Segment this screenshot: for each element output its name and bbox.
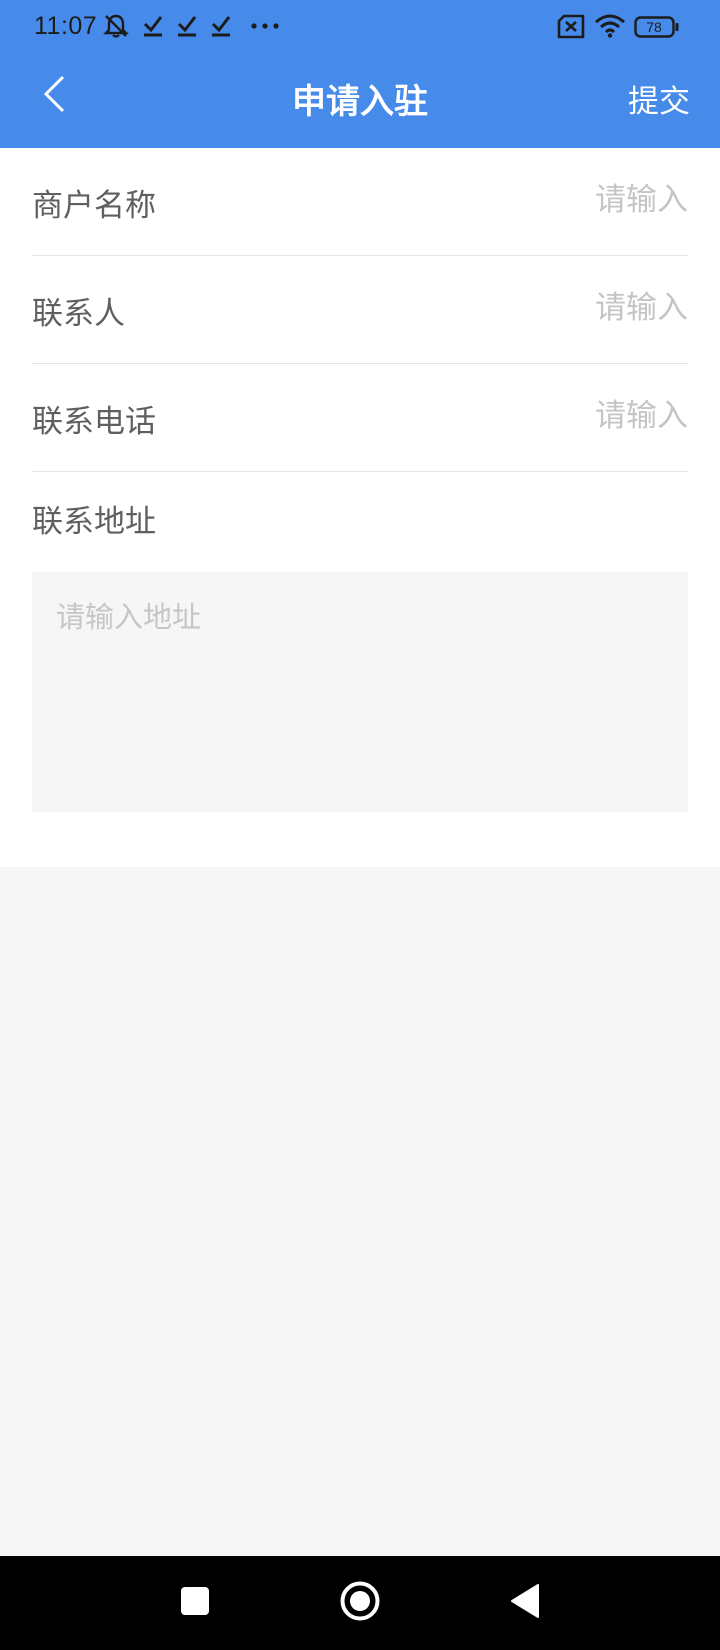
contact-person-input[interactable] (428, 284, 688, 332)
mute-icon (102, 12, 130, 40)
more-dots-icon (250, 22, 280, 30)
contact-phone-label: 联系电话 (32, 404, 156, 440)
check-download-icon (210, 12, 232, 38)
contact-phone-input[interactable] (428, 392, 688, 440)
contact-person-label: 联系人 (32, 296, 125, 332)
nav-bar: 申请入驻 提交 (0, 54, 720, 148)
contact-address-label: 联系地址 (32, 504, 156, 540)
page-title: 申请入驻 (292, 82, 428, 122)
recents-square-icon (180, 1586, 210, 1620)
back-triangle-icon (510, 1584, 540, 1622)
contact-phone-row: 联系电话 (0, 364, 720, 472)
battery-level: 78 (646, 19, 662, 35)
merchant-name-label: 商户名称 (32, 188, 156, 224)
contact-person-row: 联系人 (0, 256, 720, 364)
system-navigation-bar (0, 1556, 720, 1650)
submit-button[interactable]: 提交 (628, 76, 690, 121)
status-bar: 11:07 78 (0, 0, 720, 54)
status-time: 11:07 (34, 12, 98, 40)
app-header: 11:07 78 申请入驻 提交 (0, 0, 720, 148)
merchant-name-input[interactable] (428, 176, 688, 224)
home-circle-icon (339, 1580, 381, 1626)
merchant-application-form: 商户名称 联系人 联系电话 联系地址 (0, 148, 720, 867)
battery-icon: 78 (634, 16, 680, 38)
sim-x-icon (556, 14, 586, 40)
divider (32, 471, 688, 472)
check-download-icon (142, 12, 164, 38)
home-button[interactable] (335, 1578, 385, 1628)
merchant-name-row: 商户名称 (0, 148, 720, 256)
check-download-icon (176, 12, 198, 38)
back-nav-button[interactable] (500, 1578, 550, 1628)
contact-address-textarea[interactable] (32, 572, 688, 812)
wifi-icon (594, 14, 626, 38)
recents-button[interactable] (170, 1578, 220, 1628)
